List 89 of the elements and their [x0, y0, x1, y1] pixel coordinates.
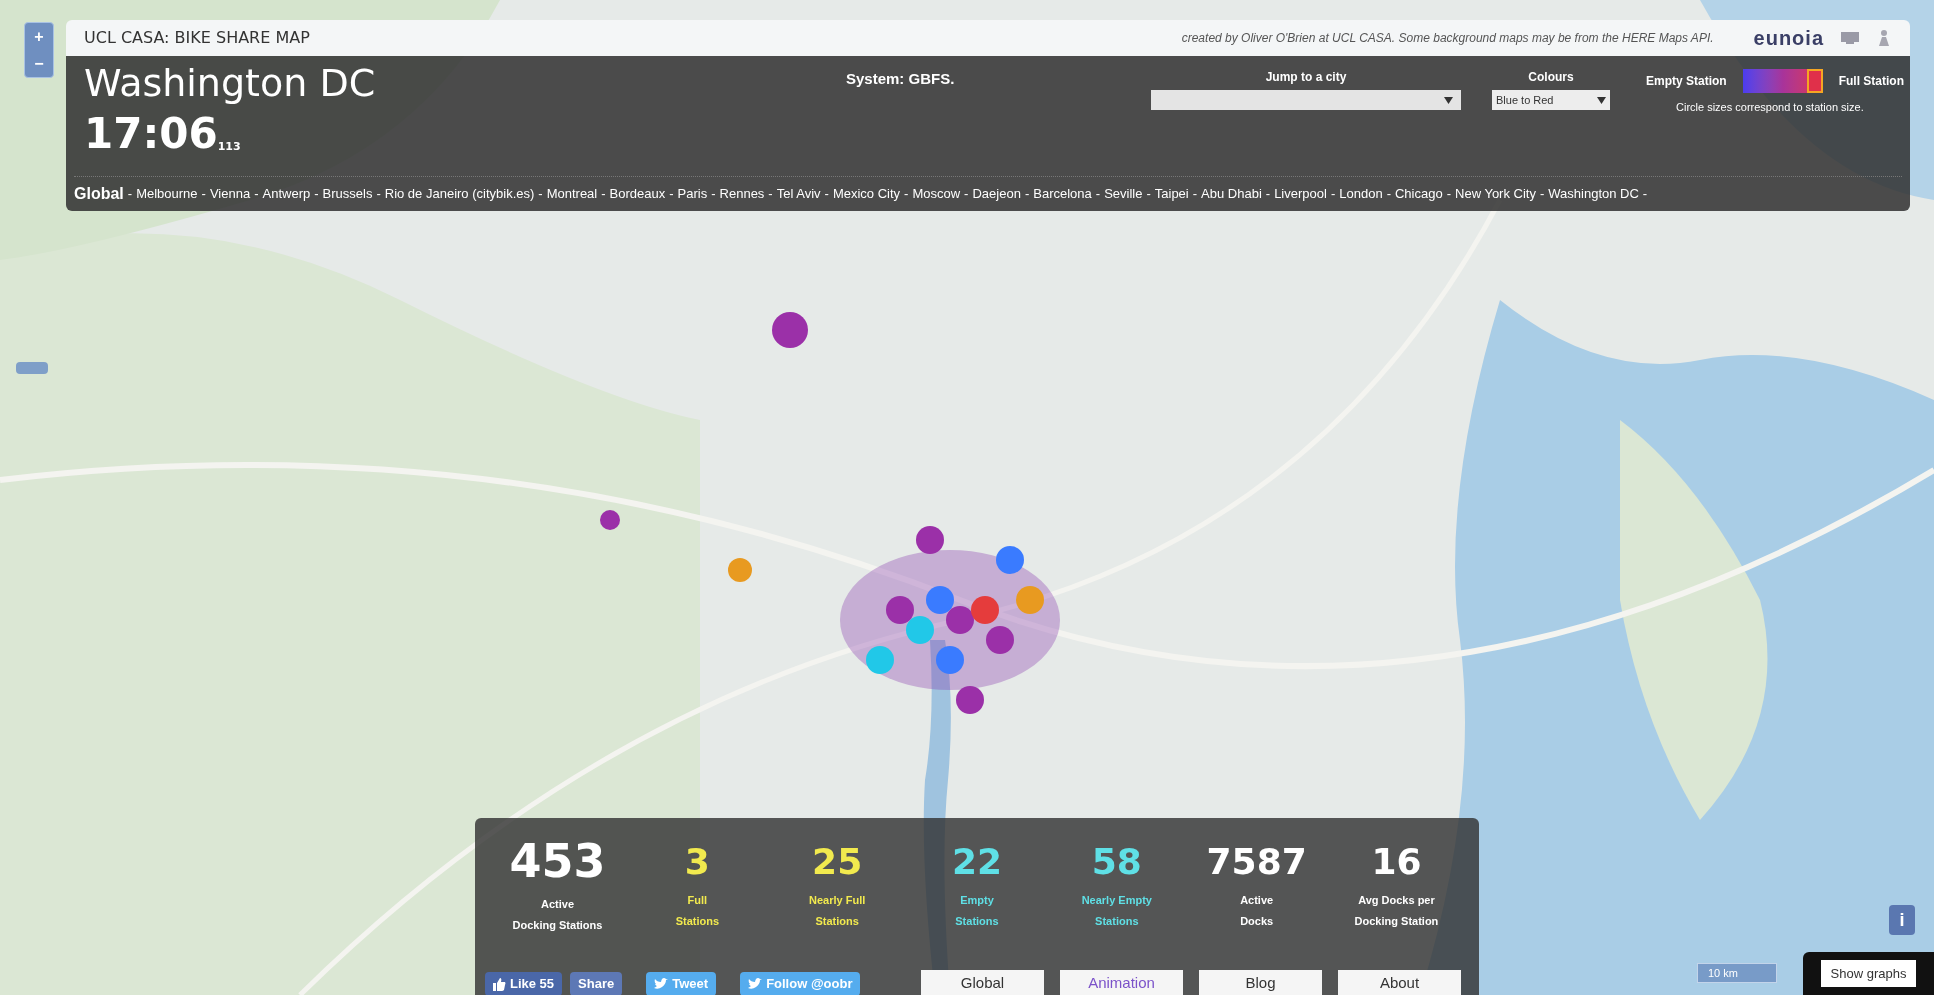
- monitor-icon[interactable]: [1840, 31, 1860, 45]
- separator-text: -: [669, 185, 674, 204]
- city-link[interactable]: Global: [74, 182, 124, 206]
- stat-value: 25: [812, 840, 863, 880]
- stat-value: 58: [1091, 840, 1142, 880]
- stat-label: Full Stations: [675, 893, 720, 929]
- city-link[interactable]: Vienna: [209, 184, 251, 204]
- legend-empty-label: Empty Station: [1646, 73, 1727, 90]
- info-button[interactable]: i: [1889, 905, 1915, 935]
- separator-text: -: [1642, 185, 1648, 204]
- separator-text: -: [904, 185, 909, 204]
- separator-text: -: [1446, 185, 1452, 204]
- stat-value: 16: [1371, 840, 1422, 880]
- stat-label: Nearly Empty Stations: [1081, 893, 1152, 929]
- city-name: Washington DC: [84, 60, 377, 107]
- separator-text: -: [1024, 185, 1030, 204]
- city-link[interactable]: Moscow: [912, 184, 961, 204]
- city-link[interactable]: Tel Aviv: [776, 184, 821, 204]
- stat-label: Empty Stations: [955, 893, 999, 929]
- city-link[interactable]: Paris: [677, 184, 708, 204]
- show-graphs-button[interactable]: Show graphs: [1820, 960, 1917, 987]
- stat-label: Active Docking Stations: [512, 897, 603, 933]
- person-icon[interactable]: [1876, 29, 1892, 47]
- separator-text: -: [314, 185, 319, 204]
- separator-text: -: [601, 185, 606, 204]
- separator-text: -: [254, 185, 259, 204]
- separator-text: -: [711, 185, 716, 204]
- stat-label: Avg Docks per Docking Station: [1354, 893, 1439, 929]
- city-link[interactable]: Liverpool: [1274, 184, 1327, 204]
- thumbs-up-icon: [493, 977, 506, 991]
- scale-bar: 10 km: [1697, 963, 1777, 983]
- separator-text: -: [1330, 185, 1336, 204]
- clock-time: 17:06$_{113}$: [84, 107, 242, 160]
- city-link[interactable]: Rennes: [719, 184, 765, 204]
- city-link[interactable]: Rio de Janeiro (citybik.es): [384, 184, 535, 204]
- separator-text: -: [127, 185, 133, 204]
- separator-text: -: [768, 185, 773, 204]
- stat-label: Active Docks: [1240, 893, 1274, 929]
- city-link[interactable]: Chicago: [1395, 184, 1443, 204]
- separator-text: -: [538, 185, 543, 204]
- dropdown-arrow-icon: [1597, 96, 1606, 104]
- separator-text: -: [1386, 185, 1391, 204]
- stat-value: 453: [509, 838, 606, 884]
- credit-text: created by Oliver O'Brien at UCL CASA. Some background maps may be from the HERE Maps API.: [1181, 30, 1714, 47]
- separator-text: -: [964, 185, 969, 204]
- dropdown-arrow-icon: [1444, 96, 1453, 104]
- separator-text: -: [376, 185, 381, 204]
- bird-icon: [748, 978, 763, 990]
- app-title: UCL CASA: BIKE SHARE MAP: [84, 27, 310, 49]
- city-link[interactable]: Mexico City: [832, 184, 901, 204]
- city-link[interactable]: Daejeon: [972, 184, 1021, 204]
- city-link[interactable]: New York City: [1455, 184, 1536, 204]
- city-link[interactable]: Barcelona: [1033, 184, 1092, 204]
- city-link[interactable]: Brussels: [322, 184, 373, 204]
- nav-tab[interactable]: Animation: [1060, 970, 1183, 995]
- legend-note: Circle sizes correspond to station size.: [1675, 100, 1865, 115]
- city-link[interactable]: Seville: [1104, 184, 1143, 204]
- separator-text: -: [1095, 185, 1101, 204]
- city-link[interactable]: Antwerp: [262, 184, 311, 204]
- stat-label: Nearly Full Stations: [809, 893, 866, 929]
- city-link[interactable]: Abu Dhabi: [1201, 184, 1262, 204]
- colours-label: Colours: [1528, 69, 1574, 86]
- nav-tab[interactable]: About: [1338, 970, 1461, 995]
- bird-icon: [654, 978, 669, 990]
- colours-select[interactable]: Blue to Red: [1492, 90, 1610, 110]
- separator-text: -: [1192, 185, 1198, 204]
- city-link[interactable]: Taipei: [1154, 184, 1189, 204]
- stat-value: 7587: [1206, 840, 1307, 880]
- nav-tab[interactable]: Blog: [1199, 970, 1322, 995]
- eunoia-logo: eunoia: [1753, 26, 1824, 51]
- stat-value: 3: [684, 840, 710, 880]
- jump-label: Jump to a city: [1265, 69, 1347, 86]
- city-link[interactable]: Melbourne: [136, 184, 198, 204]
- separator-text: -: [824, 185, 829, 204]
- nav-tab[interactable]: Global: [921, 970, 1044, 995]
- layer-toggle-bar[interactable]: [16, 362, 48, 374]
- stat-value: 22: [951, 840, 1003, 880]
- system-label: System: GBFS.: [846, 69, 956, 89]
- city-link[interactable]: Montreal: [546, 184, 598, 204]
- legend-full-label: Full Station: [1838, 73, 1904, 90]
- separator-text: -: [1146, 185, 1151, 204]
- separator-text: -: [1539, 185, 1545, 204]
- share-button[interactable]: Share: [570, 972, 623, 995]
- separator-text: -: [1265, 185, 1271, 204]
- city-link[interactable]: London: [1339, 184, 1383, 204]
- city-link[interactable]: Bordeaux: [609, 184, 666, 204]
- like-button[interactable]: Like 55: [485, 972, 563, 995]
- city-link[interactable]: Washington DC: [1548, 184, 1639, 204]
- separator-text: -: [201, 185, 206, 204]
